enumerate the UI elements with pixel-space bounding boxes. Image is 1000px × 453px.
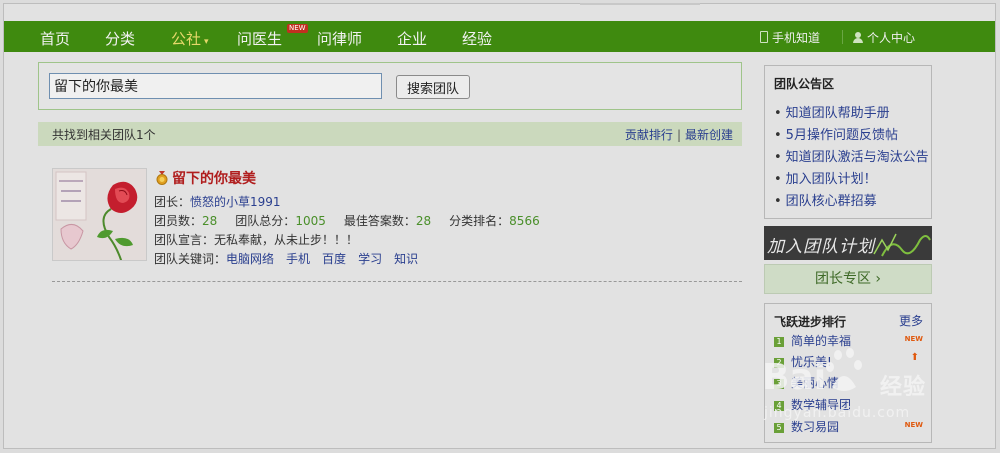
rank-team-link[interactable]: 简单的幸福: [791, 334, 851, 348]
nav-item-commune-label: 公社: [171, 30, 202, 48]
nav-item-home[interactable]: 首页: [40, 28, 70, 49]
team-search-panel: 搜索团队: [38, 62, 742, 110]
rank-number: 5: [774, 423, 784, 433]
keywords-label: 团队关键词：: [154, 252, 227, 266]
rank-number: 2: [774, 358, 784, 368]
progress-ranking-panel: 飞跃进步排行 更多 1 简单的幸福 NEW 2 忧乐美! ⬆ 3 美丽心情 4 数学辅导…: [764, 303, 932, 443]
team-name-link[interactable]: 留下的你最美: [172, 168, 256, 188]
keyword-link[interactable]: 百度: [322, 252, 346, 266]
keyword-link[interactable]: 电脑网络: [226, 252, 274, 266]
members-label: 团员数：: [154, 214, 203, 228]
keyword-link[interactable]: 学习: [358, 252, 382, 266]
notice-title: 团队公告区: [774, 77, 835, 91]
keyword-link[interactable]: 手机: [286, 252, 310, 266]
notice-item[interactable]: 团队核心群招募: [774, 190, 877, 209]
rank-team-link[interactable]: 数习易园: [791, 420, 839, 434]
banner-decoration: [873, 233, 931, 257]
leader-label: 团长：: [154, 195, 191, 209]
score-label: 团队总分：: [235, 214, 296, 228]
result-divider: [52, 281, 742, 282]
user-center-link[interactable]: 个人中心: [853, 29, 915, 46]
rank-item: 4 数学辅导团: [774, 396, 851, 413]
notice-item[interactable]: 知道团队激活与淘汰公告: [774, 146, 929, 165]
leader-zone-button[interactable]: 团长专区 ›: [764, 264, 932, 294]
user-center-label: 个人中心: [867, 31, 916, 45]
rank-item: 2 忧乐美!: [774, 353, 832, 370]
sort-by-contribution-link[interactable]: 贡献排行: [625, 128, 673, 142]
slogan-text: 无私奉献，从未止步！！！: [214, 233, 359, 247]
join-team-plan-banner[interactable]: 加入团队计划: [764, 226, 932, 260]
best-answers-label: 最佳答案数：: [343, 214, 416, 228]
rank-number: 4: [774, 401, 784, 411]
notice-item[interactable]: 加入团队计划！: [774, 168, 877, 187]
phone-icon: [760, 31, 768, 43]
nav-item-experience[interactable]: 经验: [462, 28, 492, 49]
rank-team-link[interactable]: 忧乐美!: [791, 355, 832, 369]
top-navigation-bar: 首页 分类 公社 ▾ 问医生 NEW 问律师 企业 经验 手机知道 个人中心: [4, 21, 995, 52]
team-leader-line: 团长：愤怒的小草1991: [154, 193, 281, 210]
nav-item-enterprise[interactable]: 企业: [397, 28, 427, 49]
sort-by-newest-link[interactable]: 最新创建: [685, 128, 733, 142]
rank-number: 3: [774, 379, 784, 389]
nav-item-ask-lawyer[interactable]: 问律师: [317, 28, 362, 49]
sort-links: 贡献排行 | 最新创建: [625, 126, 733, 143]
nav-item-commune[interactable]: 公社 ▾: [171, 28, 209, 49]
result-summary-bar: 共找到相关团队1个 贡献排行 | 最新创建: [38, 122, 742, 146]
members-value: 28: [202, 214, 218, 228]
team-keywords-line: 团队关键词：电脑网络 手机 百度 学习 知识: [154, 250, 430, 267]
mobile-zhidao-label: 手机知道: [772, 31, 821, 45]
sort-separator: |: [676, 128, 681, 142]
top-divider: [580, 3, 700, 5]
team-avatar-image[interactable]: [52, 168, 147, 261]
rank-item: 1 简单的幸福: [774, 332, 851, 349]
best-answers-value: 28: [415, 214, 432, 228]
rank-team-link[interactable]: 数学辅导团: [791, 398, 851, 412]
new-tag: NEW: [904, 421, 923, 429]
rank-item: 5 数习易园: [774, 418, 839, 435]
nav-item-category[interactable]: 分类: [105, 28, 135, 49]
rank-team-link[interactable]: 美丽心情: [791, 376, 839, 390]
mobile-zhidao-link[interactable]: 手机知道: [760, 29, 820, 46]
team-notice-board: 团队公告区 知道团队帮助手册 5月操作问题反馈帖 知道团队激活与淘汰公告 加入团…: [764, 65, 932, 219]
rose-image: [53, 169, 146, 260]
ranking-title: 飞跃进步排行: [774, 315, 847, 329]
nav-item-ask-doctor[interactable]: 问医生: [237, 28, 282, 49]
rank-item: 3 美丽心情: [774, 374, 839, 391]
team-search-input[interactable]: [49, 73, 382, 99]
notice-item[interactable]: 5月操作问题反馈帖: [774, 124, 898, 143]
new-tag: NEW: [904, 335, 923, 343]
team-stats-line: 团员数：28 团队总分：1005 最佳答案数：28 分类排名：8566: [154, 212, 540, 229]
arrow-up-icon: ⬆: [910, 352, 919, 363]
medal-icon: [156, 171, 168, 185]
team-slogan-line: 团队宣言：无私奉献，从未止步！！！: [154, 231, 358, 248]
leader-name-link[interactable]: 愤怒的小草1991: [190, 195, 281, 209]
result-count: 共找到相关团队1个: [52, 128, 156, 142]
chevron-down-icon: ▾: [204, 37, 209, 47]
notice-item[interactable]: 知道团队帮助手册: [774, 102, 890, 121]
slogan-label: 团队宣言：: [154, 233, 215, 247]
new-badge: NEW: [287, 24, 308, 33]
rank-number: 1: [774, 337, 784, 347]
score-value: 1005: [295, 214, 326, 228]
ranking-more-link[interactable]: 更多: [899, 312, 923, 329]
user-icon: [853, 32, 863, 43]
nav-divider: [842, 30, 843, 44]
search-team-button[interactable]: 搜索团队: [396, 75, 470, 99]
keyword-link[interactable]: 知识: [394, 252, 418, 266]
category-rank-label: 分类排名：: [449, 214, 510, 228]
category-rank-value: 8566: [509, 214, 540, 228]
